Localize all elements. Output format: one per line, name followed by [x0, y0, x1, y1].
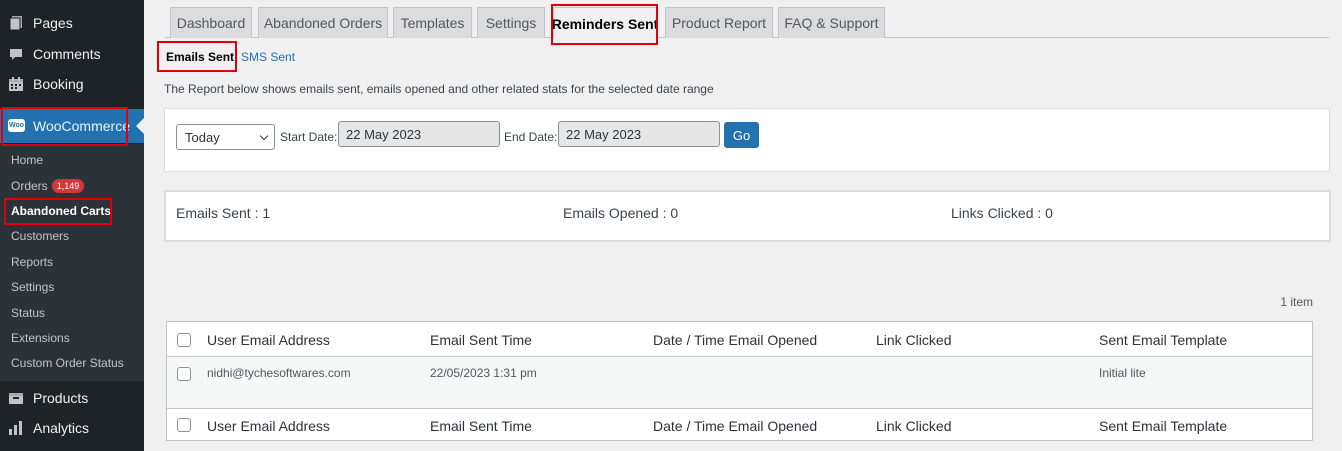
products-icon	[8, 390, 24, 406]
column-header[interactable]: Date / Time Email Opened	[653, 332, 817, 348]
user-email-cell: nidhi@tychesoftwares.com	[207, 366, 351, 380]
column-footer[interactable]: User Email Address	[207, 418, 330, 434]
pages-icon	[8, 15, 24, 31]
tab-faq-support[interactable]: FAQ & Support	[778, 7, 885, 38]
sidebar-item-pages[interactable]: Pages	[0, 7, 144, 39]
emails-sent-stat: Emails Sent : 1	[176, 205, 271, 221]
column-header[interactable]: Sent Email Template	[1099, 332, 1227, 348]
sidebar-item-products[interactable]: Products	[0, 382, 144, 414]
comments-icon	[8, 46, 24, 62]
subtab-separator: |	[234, 50, 238, 64]
tab-settings[interactable]: Settings	[477, 7, 545, 38]
sidebar-item-comments[interactable]: Comments	[0, 38, 144, 70]
chevron-down-icon	[259, 131, 269, 141]
table-row: nidhi@tychesoftwares.com 22/05/2023 1:31…	[167, 357, 1312, 408]
column-header[interactable]: User Email Address	[207, 332, 330, 348]
woocommerce-submenu: Home Orders 1,149 Abandoned Carts Custome…	[0, 144, 144, 381]
sidebar-item-booking[interactable]: Booking	[0, 68, 144, 100]
sent-template-cell: Initial lite	[1099, 366, 1146, 380]
tab-dashboard[interactable]: Dashboard	[170, 7, 252, 38]
start-date-label: Start Date:	[280, 130, 338, 144]
select-all-checkbox[interactable]	[177, 333, 191, 347]
submenu-item-settings[interactable]: Settings	[11, 280, 54, 294]
column-footer[interactable]: Date / Time Email Opened	[653, 418, 817, 434]
emails-opened-stat: Emails Opened : 0	[563, 205, 679, 221]
table-footer-row: User Email Address Email Sent Time Date …	[167, 408, 1312, 440]
select-all-checkbox-footer[interactable]	[177, 418, 191, 432]
row-checkbox[interactable]	[177, 367, 191, 381]
end-date-input[interactable]: 22 May 2023	[558, 121, 720, 147]
go-button[interactable]: Go	[724, 122, 759, 148]
subtab-emails-sent[interactable]: Emails Sent	[166, 50, 234, 64]
stats-panel	[164, 190, 1331, 242]
tab-reminders-sent[interactable]: Reminders Sent	[552, 7, 658, 39]
submenu-item-abandoned-carts[interactable]: Abandoned Carts	[11, 204, 111, 218]
column-header[interactable]: Email Sent Time	[430, 332, 532, 348]
start-date-input[interactable]: 22 May 2023	[338, 121, 500, 147]
report-description: The Report below shows emails sent, emai…	[164, 82, 714, 96]
email-sent-time-cell: 22/05/2023 1:31 pm	[430, 366, 537, 380]
booking-icon	[8, 76, 24, 92]
submenu-item-reports[interactable]: Reports	[11, 255, 53, 269]
links-clicked-stat: Links Clicked : 0	[951, 205, 1053, 221]
tab-abandoned-orders[interactable]: Abandoned Orders	[258, 7, 388, 38]
tab-product-report[interactable]: Product Report	[665, 7, 773, 38]
item-count: 1 item	[1280, 295, 1313, 309]
submenu-item-home[interactable]: Home	[11, 153, 43, 167]
analytics-icon	[8, 420, 24, 436]
end-date-label: End Date:	[504, 130, 558, 144]
submenu-item-custom-order-status[interactable]: Custom Order Status	[11, 356, 124, 370]
subtab-sms-sent[interactable]: SMS Sent	[241, 50, 295, 64]
column-footer[interactable]: Email Sent Time	[430, 418, 532, 434]
sidebar-item-woocommerce[interactable]: Woo WooCommerce	[0, 109, 144, 143]
submenu-item-customers[interactable]: Customers	[11, 229, 69, 243]
date-range-select[interactable]: Today	[176, 124, 275, 150]
tab-templates[interactable]: Templates	[393, 7, 472, 38]
table-header-row: User Email Address Email Sent Time Date …	[167, 322, 1312, 357]
column-footer[interactable]: Sent Email Template	[1099, 418, 1227, 434]
column-footer[interactable]: Link Clicked	[876, 418, 951, 434]
sidebar-item-analytics[interactable]: Analytics	[0, 412, 144, 444]
woocommerce-icon: Woo	[8, 118, 25, 134]
reminders-table: User Email Address Email Sent Time Date …	[166, 321, 1313, 441]
submenu-item-status[interactable]: Status	[11, 306, 45, 320]
submenu-item-orders[interactable]: Orders 1,149	[11, 179, 85, 193]
orders-count-badge: 1,149	[51, 179, 85, 193]
submenu-item-extensions[interactable]: Extensions	[11, 331, 70, 345]
column-header[interactable]: Link Clicked	[876, 332, 951, 348]
admin-sidebar: Pages Comments Booking Woo WooCommerce H…	[0, 0, 144, 451]
current-menu-arrow	[136, 118, 144, 134]
